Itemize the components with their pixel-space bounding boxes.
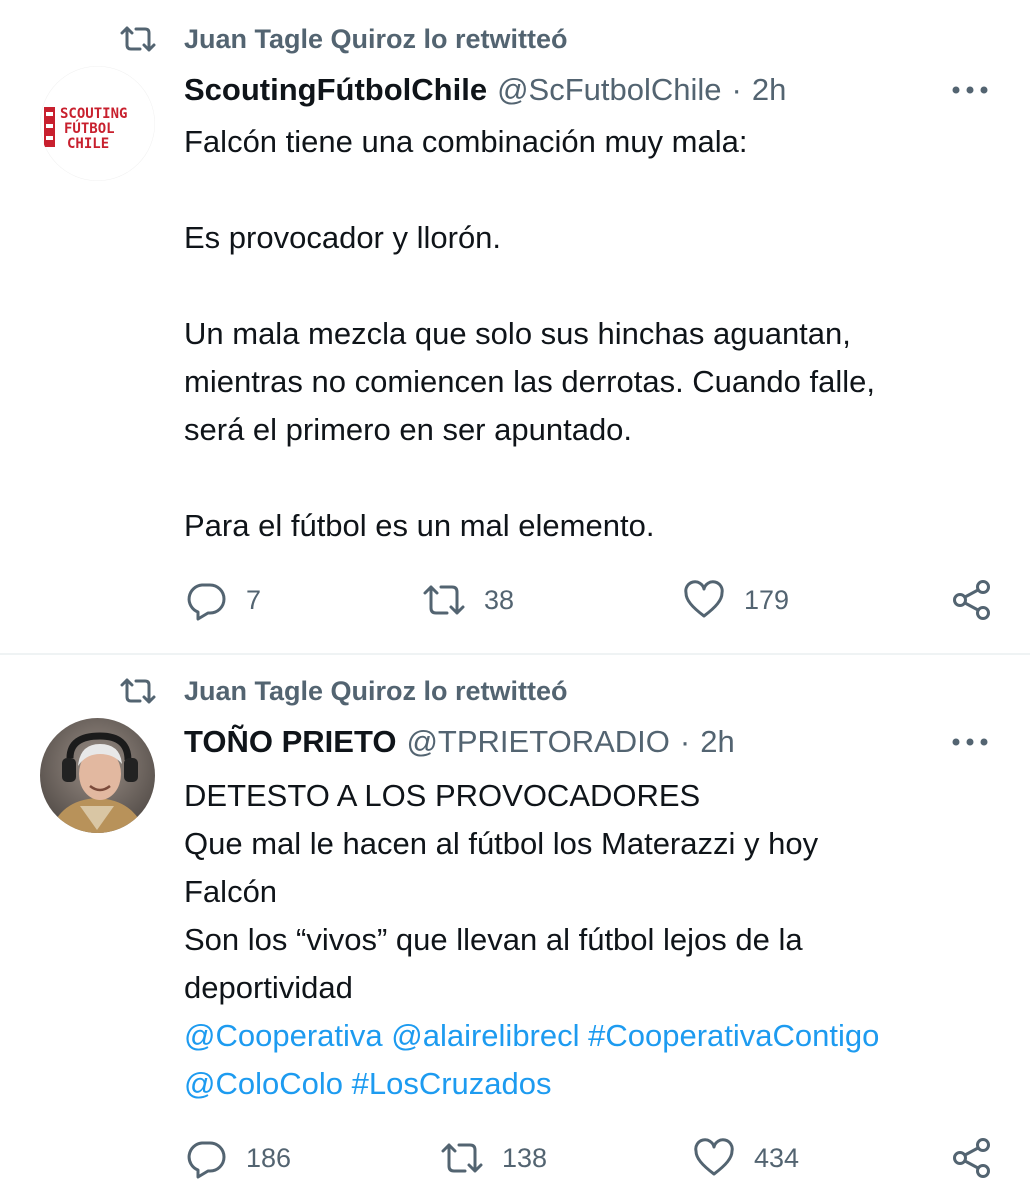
retweet-icon bbox=[120, 678, 156, 704]
retweet-button[interactable]: 38 bbox=[422, 576, 514, 624]
tweet-text-line bbox=[184, 454, 984, 502]
tweet-header: TOÑO PRIETO @TPRIETORADIO · 2h bbox=[184, 720, 735, 764]
tweet-text-line bbox=[184, 262, 984, 310]
reply-icon bbox=[187, 583, 226, 621]
avatar[interactable] bbox=[40, 718, 155, 833]
logo-text-scouting: SCOUTING bbox=[60, 106, 127, 122]
heart-icon bbox=[694, 1138, 734, 1176]
share-icon bbox=[953, 1138, 990, 1178]
tweet-text-line: Falcón tiene una combinación muy mala: bbox=[184, 124, 748, 159]
retweet-icon bbox=[441, 1143, 483, 1173]
heart-icon bbox=[684, 580, 724, 618]
tweet[interactable]: Juan Tagle Quiroz lo retwitteó SCOUTING … bbox=[0, 0, 1030, 655]
tweet-text-line: será el primero en ser apuntado. bbox=[184, 412, 633, 447]
tweet-text-line: DETESTO A LOS PROVOCADORES bbox=[184, 778, 701, 813]
tweet-text-line: Son los “vivos” que llevan al fútbol lej… bbox=[184, 922, 803, 957]
retweet-context-label: Juan Tagle Quiroz lo retwitteó bbox=[184, 23, 568, 54]
tweet-header: ScoutingFútbolChile @ScFutbolChile · 2h bbox=[184, 68, 786, 112]
like-button[interactable]: 179 bbox=[682, 576, 789, 624]
retweet-icon bbox=[120, 26, 156, 52]
tweet-text: DETESTO A LOS PROVOCADORES Que mal le ha… bbox=[184, 772, 984, 1108]
retweet-context[interactable]: Juan Tagle Quiroz lo retwitteó bbox=[118, 674, 568, 708]
mention-link[interactable]: @alairelibrecl bbox=[391, 1018, 579, 1053]
tweet-text-line: Es provocador y llorón. bbox=[184, 220, 502, 255]
scouting-futbol-chile-logo: SCOUTING FÚTBOL CHILE bbox=[40, 66, 155, 181]
author-handle[interactable]: @TPRIETORADIO bbox=[406, 724, 669, 760]
like-count: 179 bbox=[744, 584, 790, 615]
tweet-actions: 7 38 179 bbox=[184, 576, 1004, 624]
tweet-text-line: deportividad bbox=[184, 970, 353, 1005]
timestamp[interactable]: 2h bbox=[700, 724, 734, 760]
retweet-context[interactable]: Juan Tagle Quiroz lo retwitteó bbox=[118, 22, 568, 56]
share-icon bbox=[953, 580, 990, 620]
tweet-links-line: @Cooperativa @alairelibrecl #Cooperativa… bbox=[184, 1012, 984, 1060]
retweet-button[interactable]: 138 bbox=[440, 1134, 547, 1182]
like-button[interactable]: 434 bbox=[692, 1134, 799, 1182]
reply-button[interactable]: 186 bbox=[184, 1134, 291, 1182]
retweet-context-label: Juan Tagle Quiroz lo retwitteó bbox=[184, 675, 568, 706]
tweet-text: Falcón tiene una combinación muy mala: E… bbox=[184, 118, 984, 550]
share-button[interactable] bbox=[950, 576, 1012, 624]
author-handle[interactable]: @ScFutbolChile bbox=[497, 72, 721, 108]
retweet-count: 38 bbox=[484, 584, 515, 615]
reply-icon bbox=[187, 1141, 226, 1179]
profile-photo bbox=[40, 718, 155, 833]
reply-count: 186 bbox=[246, 1142, 292, 1173]
hashtag-link[interactable]: #CooperativaContigo bbox=[588, 1018, 879, 1053]
tweet-text-line: mientras no comiencen las derrotas. Cuan… bbox=[184, 364, 875, 399]
retweet-icon bbox=[423, 585, 465, 615]
tweet-actions: 186 138 434 bbox=[184, 1134, 1004, 1182]
mention-link[interactable]: @ColoColo bbox=[184, 1066, 343, 1101]
mention-link[interactable]: @Cooperativa bbox=[184, 1018, 383, 1053]
more-icon[interactable] bbox=[950, 732, 990, 752]
tweet-divider bbox=[0, 653, 1030, 655]
tweet-links-line: @ColoColo #LosCruzados bbox=[184, 1060, 984, 1108]
logo-text-futbol: FÚTBOL bbox=[64, 119, 115, 137]
tweet-text-line: Para el fútbol es un mal elemento. bbox=[184, 508, 655, 543]
author-name[interactable]: TOÑO PRIETO bbox=[184, 724, 396, 760]
tweet[interactable]: Juan Tagle Quiroz lo retwitteó TOÑO PRIE… bbox=[0, 656, 1030, 1200]
tweet-text-line: Falcón bbox=[184, 874, 278, 909]
separator-dot: · bbox=[679, 724, 691, 759]
reply-count: 7 bbox=[246, 584, 262, 615]
timestamp[interactable]: 2h bbox=[752, 72, 786, 108]
more-icon[interactable] bbox=[950, 80, 990, 100]
tweet-text-line: Un mala mezcla que solo sus hinchas agua… bbox=[184, 316, 851, 351]
logo-text-chile: CHILE bbox=[67, 136, 109, 152]
tweet-text-line: Que mal le hacen al fútbol los Materazzi… bbox=[184, 826, 819, 861]
share-button[interactable] bbox=[950, 1134, 1012, 1182]
retweet-count: 138 bbox=[502, 1142, 548, 1173]
hashtag-link[interactable]: #LosCruzados bbox=[352, 1066, 552, 1101]
separator-dot: · bbox=[731, 72, 742, 107]
tweet-text-line bbox=[184, 166, 984, 214]
avatar[interactable]: SCOUTING FÚTBOL CHILE bbox=[40, 66, 155, 181]
reply-button[interactable]: 7 bbox=[184, 576, 261, 624]
like-count: 434 bbox=[754, 1142, 800, 1173]
author-name[interactable]: ScoutingFútbolChile bbox=[184, 72, 487, 108]
